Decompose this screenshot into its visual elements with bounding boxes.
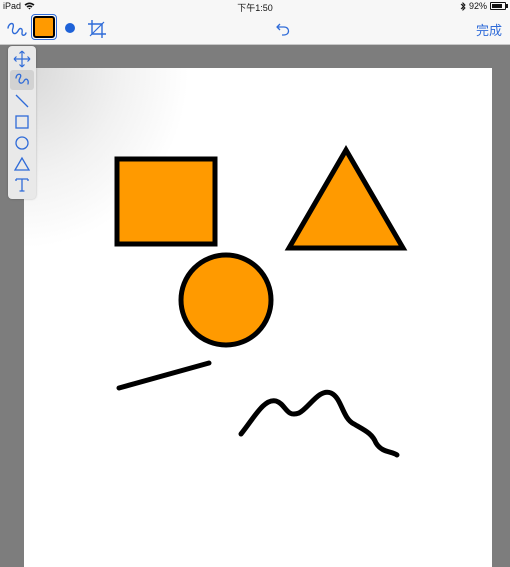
stroke-color-dot[interactable] [65,23,75,33]
battery-icon [490,2,508,10]
circle-icon[interactable] [10,133,34,153]
drawn-freehand-stroke[interactable] [238,389,400,458]
move-arrows-icon[interactable] [10,49,34,69]
done-button[interactable]: 完成 [476,20,502,39]
canvas-area [0,45,510,567]
battery-percent: 92% [468,1,487,11]
top-toolbar: 完成 [0,13,510,45]
line-icon[interactable] [10,91,34,111]
drawn-triangle[interactable] [284,145,408,251]
bluetooth-icon [460,1,466,11]
status-right: 92% [460,1,508,11]
drawing-paper[interactable] [24,68,492,567]
drawn-circle[interactable] [178,252,274,348]
fill-color-swatch[interactable] [33,16,55,38]
undo-icon[interactable] [273,16,293,41]
tool-palette [8,46,36,199]
crop-icon[interactable] [85,16,109,41]
triangle-icon[interactable] [10,154,34,174]
drawn-rectangle[interactable] [114,156,218,247]
text-t-icon[interactable] [10,175,34,195]
drawing-svg [114,145,408,458]
drawn-line[interactable] [116,360,212,391]
rectangle-icon[interactable] [10,112,34,132]
status-bar: iPad 下午1:50 92% [0,0,510,13]
freehand-curve-icon[interactable] [4,16,30,41]
freehand-tool-icon[interactable] [10,70,34,90]
